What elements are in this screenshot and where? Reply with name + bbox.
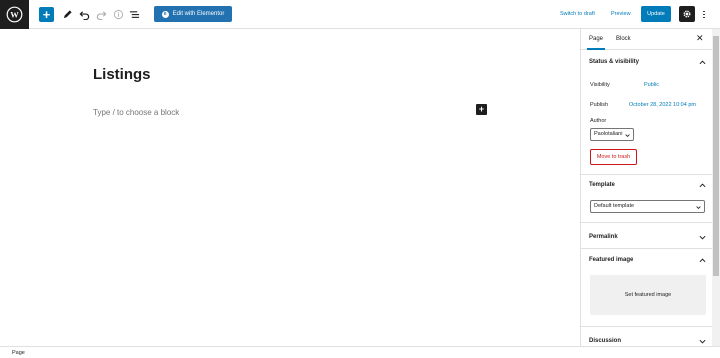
active-tab-indicator — [587, 48, 605, 50]
update-button[interactable]: Update — [641, 6, 671, 22]
author-select[interactable]: Paolotaliani — [590, 128, 634, 141]
editor-canvas[interactable]: Listings Type / to choose a block + — [0, 29, 580, 346]
chevron-down-icon — [696, 205, 701, 209]
chevron-down-icon[interactable] — [699, 234, 706, 241]
author-label: Author — [590, 118, 607, 124]
chevron-up-icon[interactable] — [699, 182, 706, 189]
author-value: Paolotaliani — [594, 131, 623, 137]
preview-button[interactable]: Preview — [611, 11, 631, 17]
elementor-label: Edit with Elementor — [172, 11, 225, 17]
sidebar-tabs: Page Block ✕ — [581, 29, 720, 50]
block-placeholder[interactable]: Type / to choose a block — [93, 108, 179, 117]
visibility-label: Visibility — [590, 82, 610, 88]
footer-breadcrumb-bar: Page — [0, 346, 720, 358]
publish-label: Publish — [590, 102, 609, 108]
template-title[interactable]: Template — [589, 182, 615, 188]
sidebar-scrollbar-thumb[interactable] — [713, 36, 719, 276]
visibility-value[interactable]: Public — [644, 82, 659, 88]
gear-icon — [683, 10, 691, 18]
tab-block[interactable]: Block — [616, 36, 631, 42]
panel-divider — [581, 248, 720, 249]
permalink-title[interactable]: Permalink — [589, 234, 618, 240]
editor-screen: W + e Edit with Elementor Switch to draf… — [0, 0, 720, 358]
redo-icon[interactable] — [94, 7, 109, 22]
panel-divider — [581, 326, 720, 327]
add-block-button[interactable]: + — [39, 7, 54, 22]
chevron-down-icon — [625, 133, 630, 137]
set-featured-image-button[interactable]: Set featured image — [590, 275, 706, 315]
elementor-icon: e — [161, 10, 169, 18]
template-value: Default template — [594, 203, 635, 209]
status-visibility-title[interactable]: Status & visibility — [589, 59, 639, 65]
tab-page[interactable]: Page — [589, 36, 603, 42]
publish-date[interactable]: October 28, 2022 10:04 pm — [629, 102, 696, 108]
chevron-down-icon[interactable] — [699, 338, 706, 345]
chevron-up-icon[interactable] — [699, 59, 706, 66]
wordpress-icon: W — [6, 6, 23, 23]
discussion-title[interactable]: Discussion — [589, 338, 621, 344]
more-options-icon[interactable] — [700, 7, 708, 22]
wordpress-logo-button[interactable]: W — [0, 0, 29, 29]
panel-divider — [581, 174, 720, 175]
close-icon[interactable]: ✕ — [696, 33, 704, 44]
settings-button[interactable] — [679, 6, 695, 22]
edit-with-elementor-button[interactable]: e Edit with Elementor — [154, 6, 232, 22]
template-select[interactable]: Default template — [590, 200, 705, 213]
edit-tools-icon[interactable] — [60, 7, 75, 22]
list-view-icon[interactable] — [127, 7, 142, 22]
settings-sidebar: Page Block ✕ Status & visibility Visibil… — [580, 29, 720, 346]
switch-to-draft-button[interactable]: Switch to draft — [560, 11, 595, 17]
panel-divider — [581, 222, 720, 223]
svg-text:W: W — [10, 10, 19, 20]
block-inserter-button[interactable]: + — [476, 104, 487, 115]
details-info-icon[interactable] — [111, 7, 126, 22]
chevron-up-icon[interactable] — [699, 257, 706, 264]
featured-image-title[interactable]: Featured image — [589, 257, 633, 263]
top-toolbar: W + e Edit with Elementor Switch to draf… — [0, 0, 720, 29]
breadcrumb[interactable]: Page — [12, 350, 25, 356]
post-title[interactable]: Listings — [93, 66, 151, 83]
undo-icon[interactable] — [77, 7, 92, 22]
move-to-trash-button[interactable]: Move to trash — [590, 149, 637, 165]
